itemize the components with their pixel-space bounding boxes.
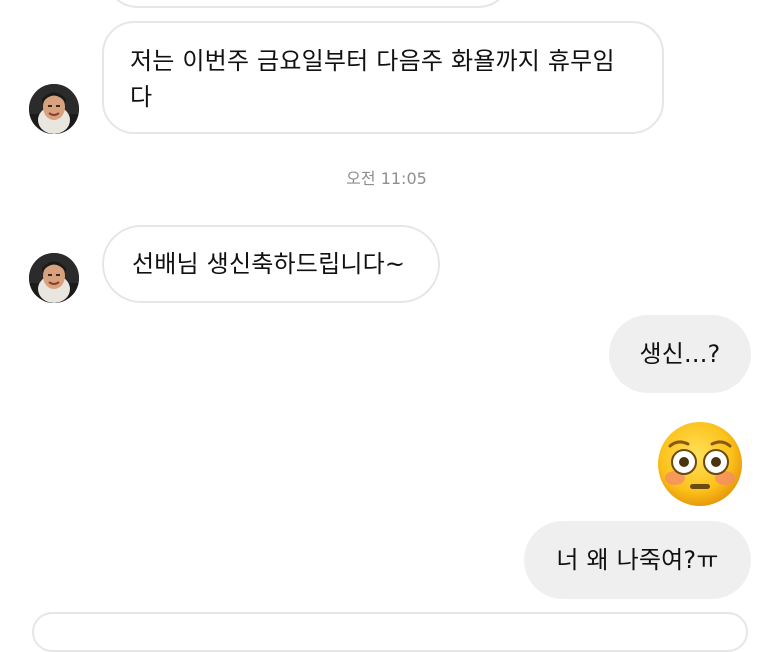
- avatar-photo-icon: [29, 84, 79, 134]
- message-text-line: 다: [130, 83, 153, 111]
- avatar-photo-icon: [29, 253, 79, 303]
- flushed-face-icon: [658, 422, 742, 506]
- sender-avatar[interactable]: [29, 84, 79, 134]
- timestamp-divider: 오전 11:05: [346, 169, 427, 188]
- sender-avatar[interactable]: [29, 253, 79, 303]
- incoming-message-bubble[interactable]: 선배님 생신축하드립니다~: [102, 225, 440, 303]
- message-text: 너 왜 나죽여?ㅠ: [556, 546, 719, 574]
- flushed-face-emoji[interactable]: [656, 420, 744, 508]
- message-text: 선배님 생신축하드립니다~: [132, 250, 406, 278]
- outgoing-message-bubble[interactable]: 생신...?: [609, 315, 751, 393]
- message-input-bar[interactable]: [32, 612, 748, 652]
- incoming-message-bubble[interactable]: 저는 이번주 금요일부터 다음주 화욜까지 휴무임 다: [102, 21, 664, 134]
- message-text: 생신...?: [639, 340, 721, 368]
- outgoing-message-bubble[interactable]: 너 왜 나죽여?ㅠ: [524, 521, 751, 599]
- message-text-line: 저는 이번주 금요일부터 다음주 화욜까지 휴무임: [130, 47, 615, 75]
- previous-message-bubble: [104, 0, 512, 8]
